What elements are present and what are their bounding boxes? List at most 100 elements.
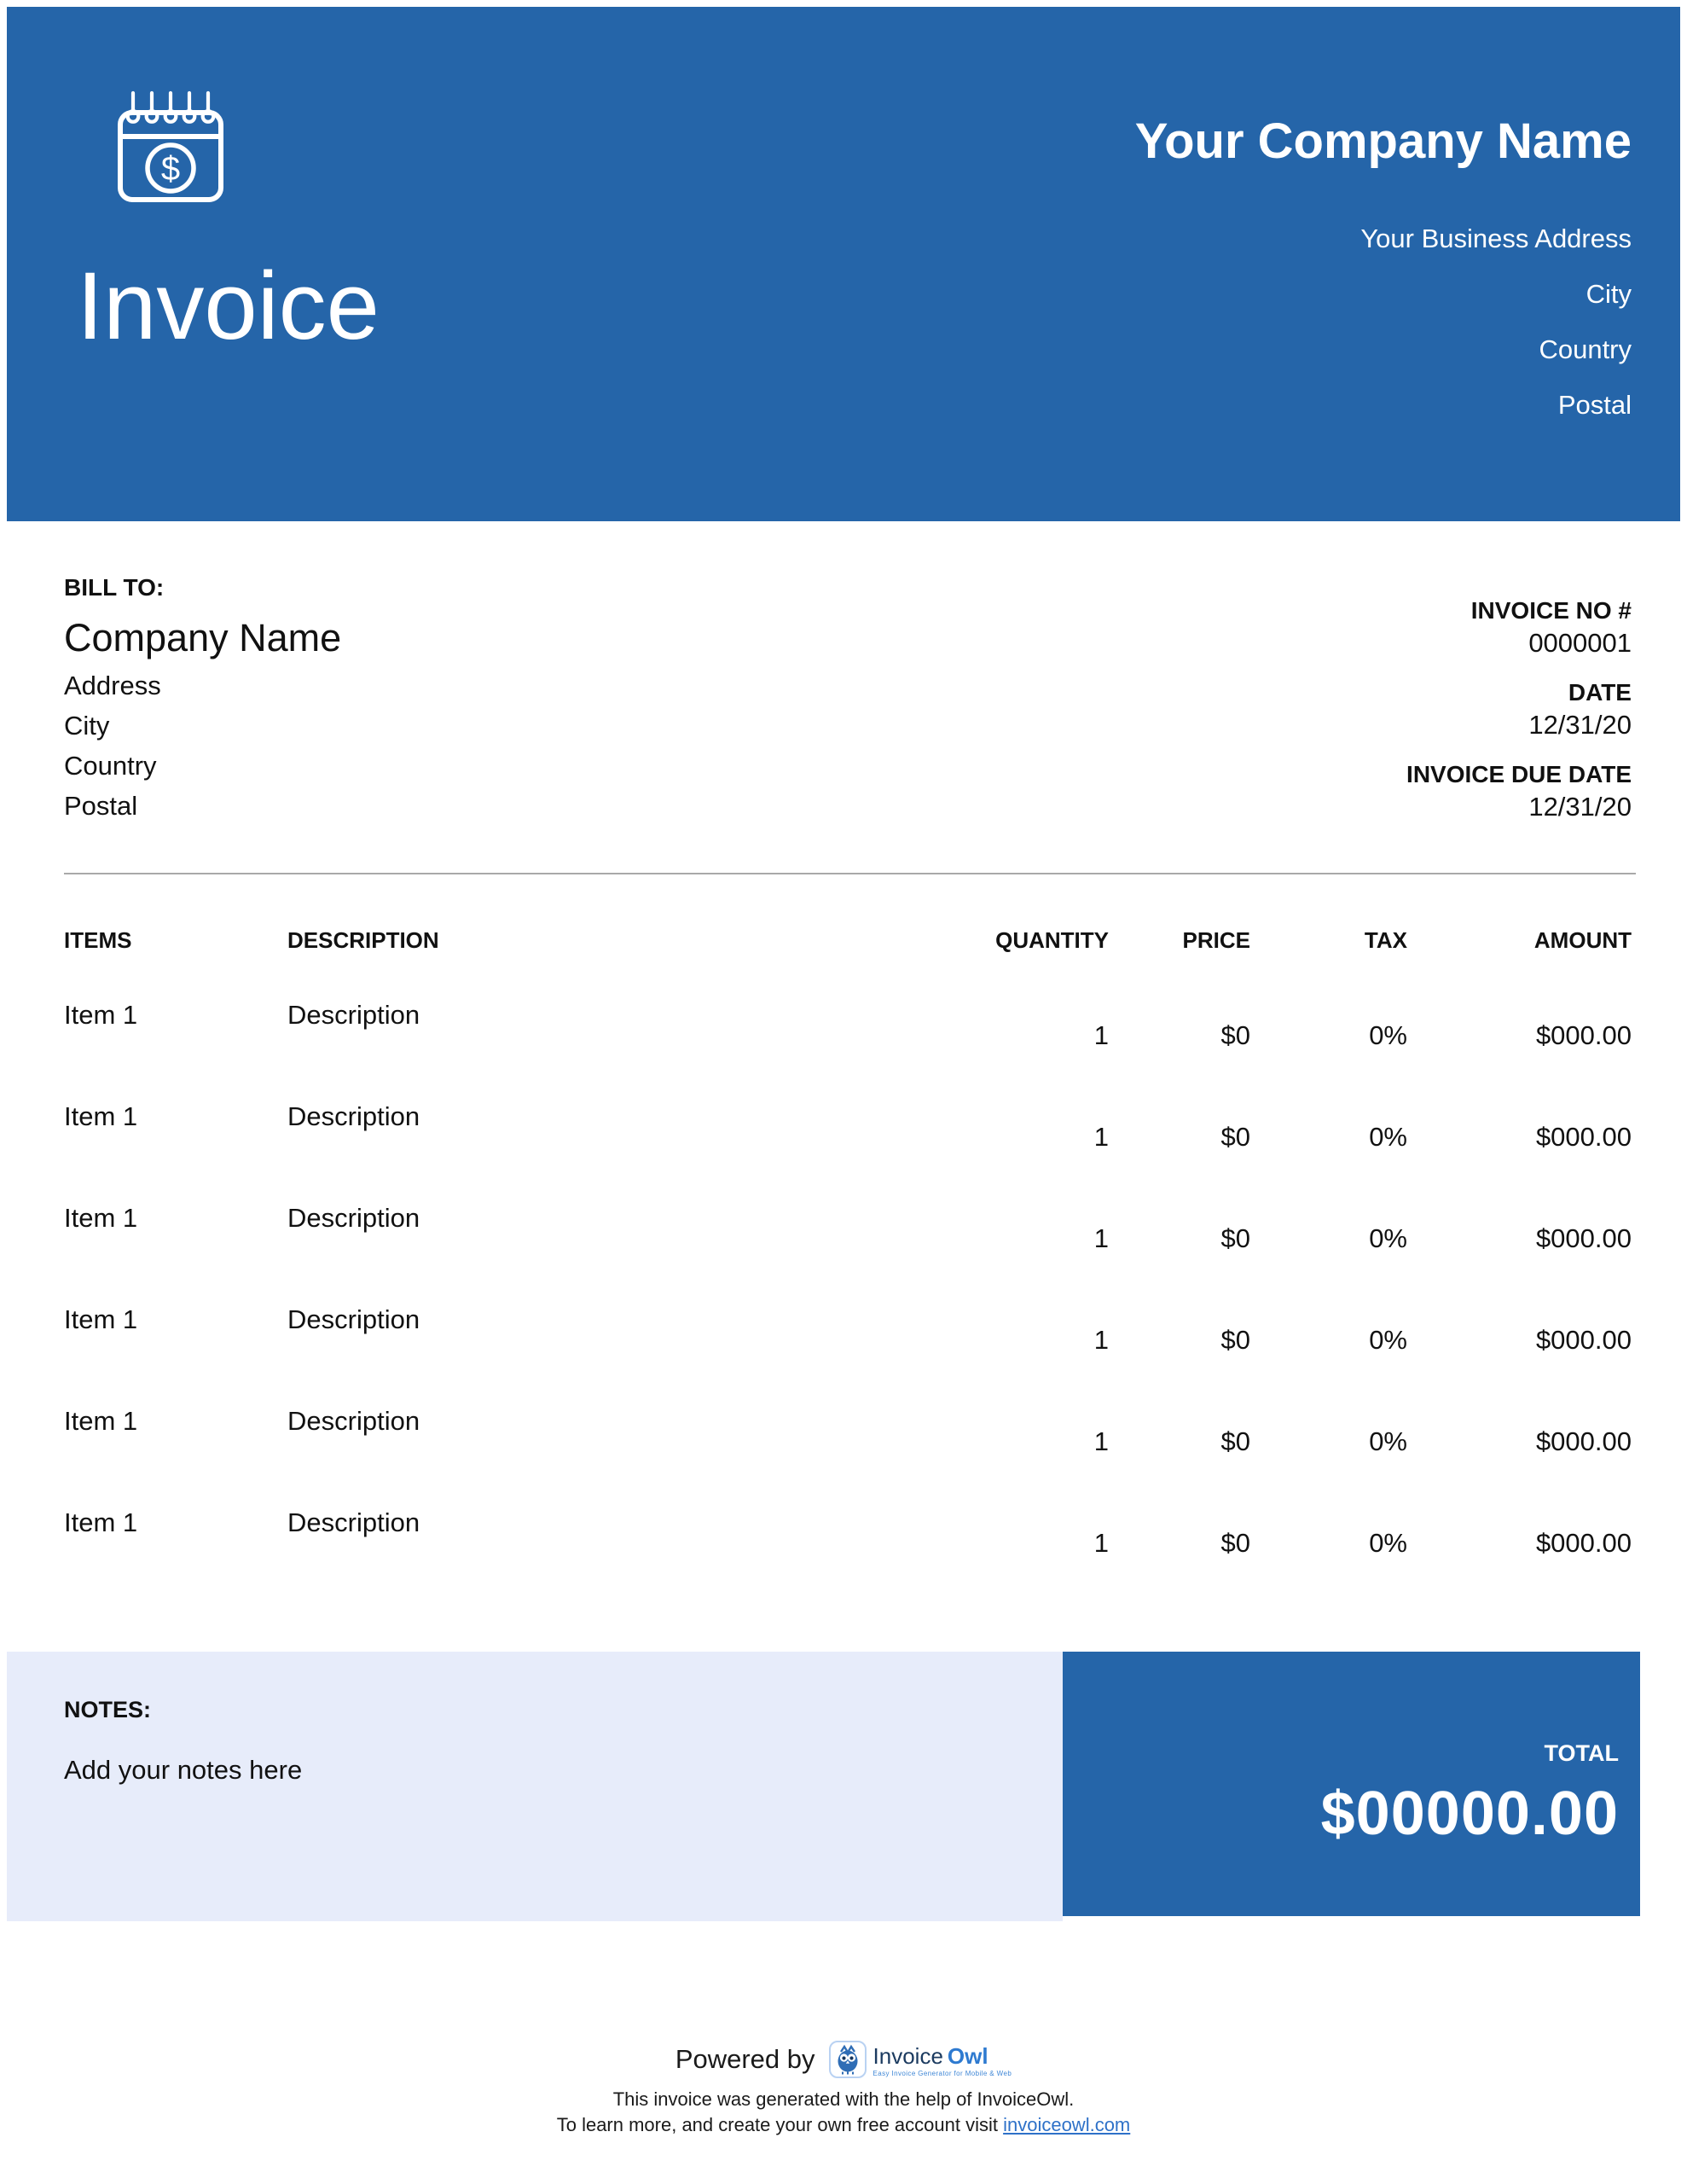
items-table-body: Item 1 Description 1 $0 0% $000.00 Item … xyxy=(64,999,1632,1608)
table-row: Item 1 Description 1 $0 0% $000.00 xyxy=(64,1304,1632,1405)
items-table-header: ITEMS DESCRIPTION QUANTITY PRICE TAX AMO… xyxy=(64,926,1632,954)
invoice-meta: INVOICE NO # 0000001 DATE 12/31/20 INVOI… xyxy=(1406,596,1632,842)
column-amount: AMOUNT xyxy=(1533,927,1632,953)
item-amount: $000.00 xyxy=(1535,1223,1632,1253)
item-name: Item 1 xyxy=(64,1507,138,1537)
logo-tagline: Easy Invoice Generator for Mobile & Web xyxy=(872,2070,1012,2077)
powered-by-text: Powered by xyxy=(675,2044,815,2074)
company-name: Your Company Name xyxy=(1134,113,1632,169)
table-row: Item 1 Description 1 $0 0% $000.00 xyxy=(64,1507,1632,1608)
invoice-due-date-label: INVOICE DUE DATE xyxy=(1406,761,1632,787)
bill-to-section: BILL TO: Company Name Address City Count… xyxy=(64,573,341,826)
bill-to-address-line: Country xyxy=(64,751,157,781)
meta-invoice-due-date: INVOICE DUE DATE 12/31/20 xyxy=(1406,760,1632,825)
column-tax: TAX xyxy=(1364,927,1407,953)
item-tax: 0% xyxy=(1369,1528,1407,1558)
notes-text: Add your notes here xyxy=(64,1755,303,1785)
logo-text: Invoice Owl Easy Invoice Generator for Mo… xyxy=(873,2041,1012,2077)
item-name: Item 1 xyxy=(64,1000,138,1030)
bill-to-address-line: City xyxy=(64,711,110,741)
item-quantity: 1 xyxy=(1093,1223,1109,1253)
item-description: Description xyxy=(287,1406,420,1436)
item-quantity: 1 xyxy=(1093,1122,1109,1152)
item-amount: $000.00 xyxy=(1535,1426,1632,1456)
item-description: Description xyxy=(287,1304,420,1334)
item-description: Description xyxy=(287,1203,420,1233)
total-label: TOTAL xyxy=(1544,1740,1620,1766)
company-address-line: Your Business Address xyxy=(1360,224,1632,253)
logo-brand: Invoice Owl xyxy=(873,2044,1012,2068)
dollar-glyph: $ xyxy=(161,150,180,188)
item-price: $0 xyxy=(1220,1020,1250,1050)
company-address-line: City xyxy=(1586,279,1632,309)
item-price: $0 xyxy=(1220,1426,1250,1456)
item-quantity: 1 xyxy=(1093,1426,1109,1456)
footer-line2: To learn more, and create your own free … xyxy=(0,2112,1687,2138)
item-tax: 0% xyxy=(1369,1223,1407,1253)
item-quantity: 1 xyxy=(1093,1020,1109,1050)
invoice-date-label: DATE xyxy=(1568,679,1632,706)
section-divider xyxy=(64,873,1636,874)
notes-label: NOTES: xyxy=(64,1697,152,1722)
item-description: Description xyxy=(287,1101,420,1131)
invoice-due-date-value: 12/31/20 xyxy=(1528,792,1632,822)
total-section: TOTAL $00000.00 xyxy=(1063,1652,1640,1916)
item-tax: 0% xyxy=(1369,1325,1407,1355)
calendar-dollar-icon: $ xyxy=(118,90,223,202)
footer-line2-text: To learn more, and create your own free … xyxy=(556,2114,1004,2135)
bill-to-label: BILL TO: xyxy=(64,574,165,601)
bill-to-company: Company Name xyxy=(64,616,342,659)
meta-invoice-number: INVOICE NO # 0000001 xyxy=(1406,596,1632,661)
company-address-line: Postal xyxy=(1557,390,1632,420)
company-address: Your Business Address City Country Posta… xyxy=(1135,211,1632,433)
item-tax: 0% xyxy=(1369,1122,1407,1152)
footer-fineprint: This invoice was generated with the help… xyxy=(0,2087,1687,2138)
column-items: ITEMS xyxy=(64,927,132,953)
item-quantity: 1 xyxy=(1093,1528,1109,1558)
item-amount: $000.00 xyxy=(1535,1528,1632,1558)
item-amount: $000.00 xyxy=(1535,1122,1632,1152)
invoice-title: Invoice xyxy=(77,253,380,359)
powered-by-row: Powered by Invoice Owl Easy Invoice Gener… xyxy=(0,2041,1687,2078)
item-name: Item 1 xyxy=(64,1304,138,1334)
total-amount: $00000.00 xyxy=(1320,1780,1619,1848)
item-tax: 0% xyxy=(1369,1020,1407,1050)
bill-to-address-line: Address xyxy=(64,671,161,700)
invoice-number-value: 0000001 xyxy=(1528,628,1632,658)
column-price: PRICE xyxy=(1182,927,1250,953)
item-name: Item 1 xyxy=(64,1406,138,1436)
invoiceowl-link[interactable]: invoiceowl.com xyxy=(1003,2114,1130,2135)
items-table: ITEMS DESCRIPTION QUANTITY PRICE TAX AMO… xyxy=(64,926,1632,1608)
bill-to-address-line: Postal xyxy=(64,791,138,821)
column-description: DESCRIPTION xyxy=(287,927,439,953)
item-tax: 0% xyxy=(1369,1426,1407,1456)
item-name: Item 1 xyxy=(64,1203,138,1233)
owl-icon xyxy=(828,2041,867,2078)
item-description: Description xyxy=(287,1507,420,1537)
notes-section: NOTES: Add your notes here xyxy=(7,1652,1063,1921)
invoice-date-value: 12/31/20 xyxy=(1528,710,1632,740)
item-quantity: 1 xyxy=(1093,1325,1109,1355)
item-description: Description xyxy=(287,1000,420,1030)
footer-line1: This invoice was generated with the help… xyxy=(612,2088,1075,2110)
item-name: Item 1 xyxy=(64,1101,138,1131)
bill-to-address: Address City Country Postal xyxy=(64,665,341,826)
invoice-header: $ Invoice Your Company Name Your Busines… xyxy=(7,7,1680,521)
item-price: $0 xyxy=(1220,1528,1250,1558)
invoiceowl-logo: Invoice Owl Easy Invoice Generator for Mo… xyxy=(828,2041,1012,2078)
item-amount: $000.00 xyxy=(1535,1325,1632,1355)
logo-brand-owl: Owl xyxy=(947,2043,988,2069)
table-row: Item 1 Description 1 $0 0% $000.00 xyxy=(64,1101,1632,1202)
table-row: Item 1 Description 1 $0 0% $000.00 xyxy=(64,1202,1632,1304)
company-address-line: Country xyxy=(1539,334,1632,364)
table-row: Item 1 Description 1 $0 0% $000.00 xyxy=(64,999,1632,1101)
meta-invoice-date: DATE 12/31/20 xyxy=(1406,678,1632,743)
item-price: $0 xyxy=(1220,1223,1250,1253)
company-block: Your Company Name Your Business Address … xyxy=(1135,115,1632,433)
invoice-page: $ Invoice Your Company Name Your Busines… xyxy=(0,0,1687,2184)
table-row: Item 1 Description 1 $0 0% $000.00 xyxy=(64,1405,1632,1507)
item-price: $0 xyxy=(1220,1325,1250,1355)
logo-brand-invoice: Invoice xyxy=(872,2043,943,2069)
column-quantity: QUANTITY xyxy=(995,927,1109,953)
item-amount: $000.00 xyxy=(1535,1020,1632,1050)
